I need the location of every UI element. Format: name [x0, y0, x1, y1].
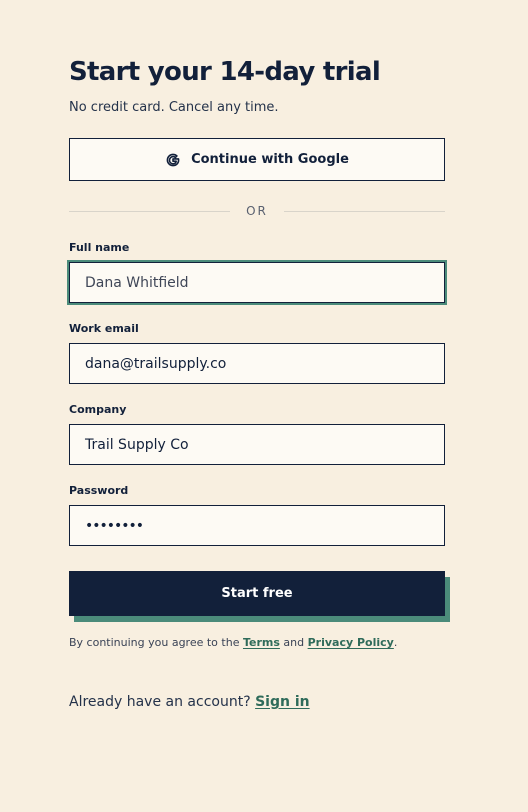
- start-free-button[interactable]: Start free: [69, 571, 445, 616]
- legal-middle: and: [279, 636, 308, 649]
- signin-prompt-text: Already have an account?: [69, 694, 256, 710]
- sign-in-link[interactable]: Sign in: [255, 694, 310, 710]
- company-value: Trail Supply Co: [85, 436, 189, 453]
- legal-prefix: By continuing you agree to the: [69, 636, 243, 649]
- signin-prompt: Already have an account? Sign in: [69, 693, 310, 711]
- start-free-button-wrap: Start free: [69, 571, 450, 622]
- work-email-value: dana@trailsupply.co: [85, 355, 227, 372]
- divider-label: OR: [246, 204, 268, 218]
- start-free-button-label: Start free: [221, 586, 293, 601]
- continue-with-google-button[interactable]: Continue with Google: [69, 138, 445, 181]
- page-title: Start your 14-day trial: [69, 57, 381, 87]
- or-divider: OR: [69, 202, 446, 220]
- legal-notice: By continuing you agree to the Terms and…: [69, 636, 397, 650]
- legal-suffix: .: [393, 636, 398, 649]
- password-label: Password: [69, 484, 129, 497]
- divider-line-right: [283, 210, 446, 212]
- full-name-label: Full name: [69, 241, 130, 254]
- password-value: ••••••••: [85, 517, 144, 534]
- work-email-label: Work email: [69, 322, 139, 335]
- company-label: Company: [69, 403, 127, 416]
- page-subtitle: No credit card. Cancel any time.: [69, 100, 279, 115]
- terms-link[interactable]: Terms: [243, 636, 280, 649]
- full-name-input[interactable]: Dana Whitfield: [69, 262, 445, 303]
- google-button-label: Continue with Google: [191, 152, 349, 167]
- privacy-policy-link[interactable]: Privacy Policy: [308, 636, 394, 649]
- company-input[interactable]: Trail Supply Co: [69, 424, 445, 465]
- full-name-value: Dana Whitfield: [85, 274, 189, 291]
- divider-line-left: [69, 210, 231, 212]
- google-g-icon: [166, 153, 180, 166]
- password-input[interactable]: ••••••••: [69, 505, 445, 546]
- work-email-input[interactable]: dana@trailsupply.co: [69, 343, 445, 384]
